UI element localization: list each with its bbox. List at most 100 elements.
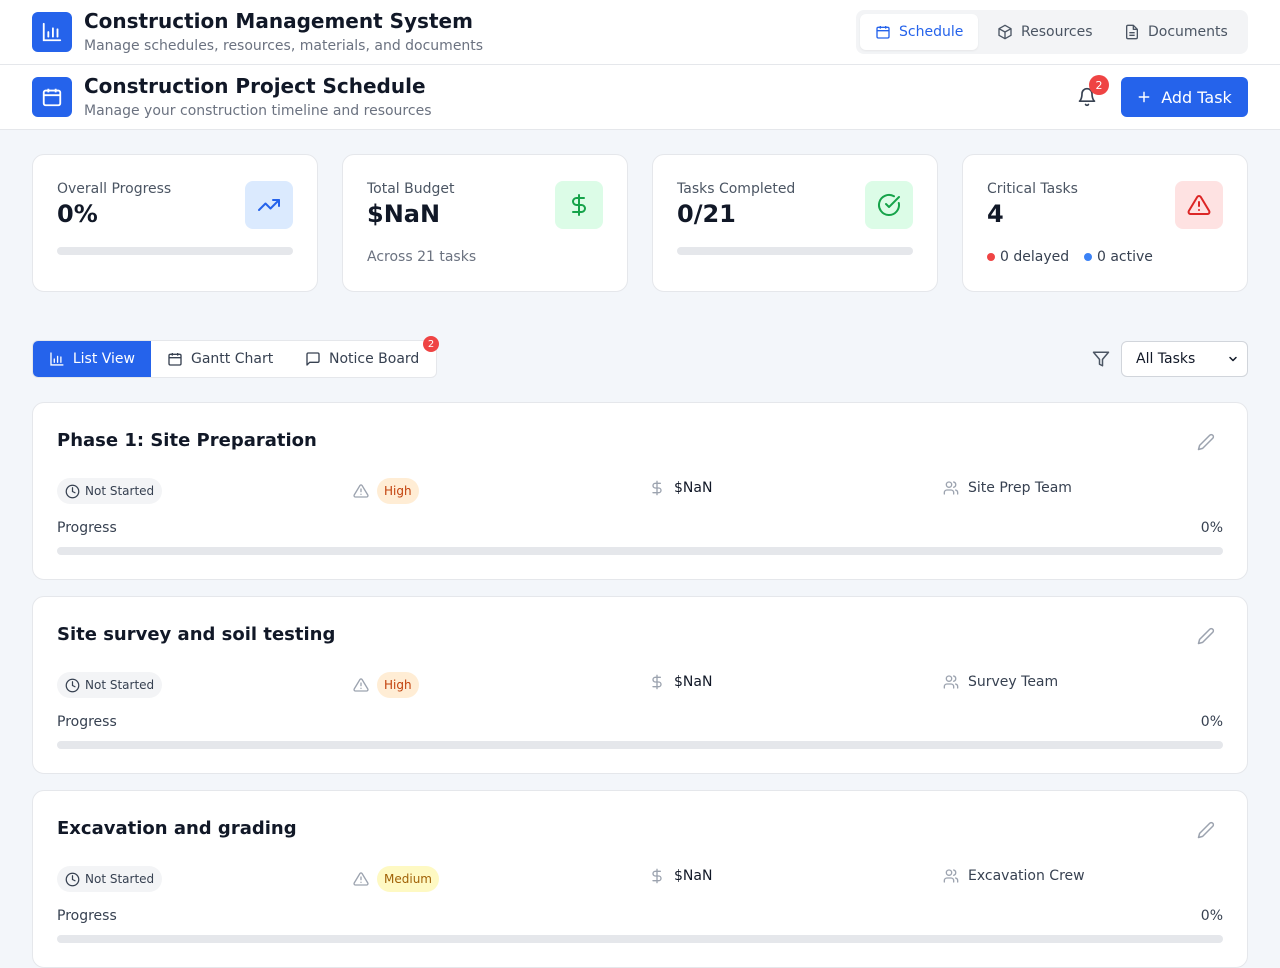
users-icon bbox=[943, 481, 959, 495]
chevron-down-icon bbox=[1229, 356, 1237, 362]
pencil-icon[interactable] bbox=[1197, 627, 1215, 645]
priority-badge: High bbox=[377, 478, 419, 504]
status-badge: Not Started bbox=[57, 672, 163, 698]
team-name: Site Prep Team bbox=[968, 480, 1072, 496]
legend-delayed: 0 delayed bbox=[987, 249, 1069, 265]
stat-label: Critical Tasks bbox=[987, 181, 1078, 197]
trending-up-icon bbox=[258, 199, 280, 211]
app-title: Construction Management System bbox=[84, 9, 473, 33]
blue-dot-icon bbox=[1084, 253, 1092, 261]
users-icon bbox=[943, 869, 959, 883]
stat-icon-box bbox=[865, 181, 913, 229]
red-dot-icon bbox=[987, 253, 995, 261]
page-subtitle: Manage your construction timeline and re… bbox=[84, 103, 432, 119]
bar-chart-icon bbox=[50, 352, 64, 366]
notice-badge: 2 bbox=[423, 336, 439, 352]
task-cost: $NaN bbox=[649, 480, 712, 496]
pencil-icon[interactable] bbox=[1197, 433, 1215, 451]
nav-tab-documents[interactable]: Documents bbox=[1109, 14, 1243, 50]
app-logo bbox=[32, 12, 72, 52]
task-title: Site survey and soil testing bbox=[57, 624, 336, 645]
task-cost: $NaN bbox=[649, 868, 712, 884]
dollar-icon bbox=[652, 674, 662, 690]
stat-note: Across 21 tasks bbox=[367, 249, 477, 265]
team-name: Survey Team bbox=[968, 674, 1059, 690]
task-title: Excavation and grading bbox=[57, 818, 297, 839]
progress-bar bbox=[57, 935, 1223, 943]
view-tabs: List View Gantt Chart Notice Board 2 bbox=[32, 336, 439, 378]
priority-badge: High bbox=[377, 672, 419, 698]
stat-card-critical: Critical Tasks 4 0 delayed 0 active bbox=[962, 154, 1248, 292]
tab-label: List View bbox=[72, 351, 135, 367]
tab-gantt-chart[interactable]: Gantt Chart bbox=[151, 341, 289, 377]
task-filter-select[interactable]: All Tasks bbox=[1121, 341, 1248, 377]
task-card[interactable]: Phase 1: Site Preparation Not Started Hi… bbox=[32, 402, 1248, 580]
users-icon bbox=[943, 675, 959, 689]
task-card[interactable]: Excavation and grading Not Started Mediu… bbox=[32, 790, 1248, 968]
page-title: Construction Project Schedule bbox=[84, 74, 426, 98]
progress-bar bbox=[677, 247, 913, 255]
project-logo bbox=[32, 77, 72, 117]
nav-tab-label: Documents bbox=[1148, 24, 1228, 40]
stat-card-completed: Tasks Completed 0/21 bbox=[652, 154, 938, 292]
progress-bar bbox=[57, 247, 293, 255]
task-title: Phase 1: Site Preparation bbox=[57, 430, 317, 451]
stat-label: Total Budget bbox=[367, 181, 455, 197]
dollar-icon bbox=[652, 868, 662, 884]
tab-notice-board[interactable]: Notice Board bbox=[289, 341, 435, 377]
add-task-button[interactable]: Add Task bbox=[1121, 77, 1248, 117]
progress-label: Progress bbox=[57, 908, 117, 924]
warning-icon bbox=[1187, 194, 1211, 215]
legend-label: 0 delayed bbox=[1000, 249, 1070, 265]
tab-label: Gantt Chart bbox=[191, 351, 274, 367]
filter-icon[interactable] bbox=[1092, 350, 1110, 368]
priority: Medium bbox=[353, 866, 439, 892]
nav-tab-resources[interactable]: Resources bbox=[982, 14, 1108, 50]
task-team: Site Prep Team bbox=[943, 480, 1072, 496]
stat-icon-box bbox=[245, 181, 293, 229]
stat-card-budget: Total Budget $NaN Across 21 tasks bbox=[342, 154, 628, 292]
status-label: Not Started bbox=[85, 678, 155, 692]
calendar-icon bbox=[168, 353, 182, 366]
status-label: Not Started bbox=[85, 872, 155, 886]
cost-value: $NaN bbox=[674, 674, 713, 690]
progress-label: Progress bbox=[57, 714, 117, 730]
stat-value: 4 bbox=[987, 200, 1004, 228]
team-name: Excavation Crew bbox=[968, 868, 1085, 884]
document-icon bbox=[1126, 24, 1138, 40]
tab-list-view[interactable]: List View bbox=[33, 341, 151, 377]
status-label: Not Started bbox=[85, 484, 155, 498]
main-nav: Schedule Resources Documents bbox=[856, 10, 1248, 54]
app-subtitle: Manage schedules, resources, materials, … bbox=[84, 38, 484, 54]
stat-label: Tasks Completed bbox=[677, 181, 796, 197]
notifications-button[interactable]: 2 bbox=[1074, 75, 1109, 110]
add-task-label: Add Task bbox=[1161, 87, 1232, 107]
progress-bar bbox=[57, 741, 1223, 749]
task-card[interactable]: Site survey and soil testing Not Started… bbox=[32, 596, 1248, 774]
nav-tab-schedule[interactable]: Schedule bbox=[860, 14, 979, 50]
check-circle-icon bbox=[878, 193, 900, 216]
task-cost: $NaN bbox=[649, 674, 712, 690]
nav-tab-label: Schedule bbox=[899, 24, 964, 40]
legend-label: 0 active bbox=[1097, 249, 1153, 265]
calendar-icon bbox=[42, 88, 62, 107]
progress-percent: 0% bbox=[1200, 714, 1223, 730]
priority: High bbox=[353, 478, 419, 504]
warning-icon bbox=[353, 872, 369, 886]
nav-tab-label: Resources bbox=[1021, 24, 1093, 40]
stat-icon-box bbox=[555, 181, 603, 229]
message-icon bbox=[306, 352, 320, 366]
stat-value: 0% bbox=[57, 200, 98, 228]
project-header: Construction Project Schedule Manage you… bbox=[0, 65, 1280, 130]
calendar-icon bbox=[876, 26, 890, 39]
cost-value: $NaN bbox=[674, 480, 713, 496]
stat-icon-box bbox=[1175, 181, 1223, 229]
pencil-icon[interactable] bbox=[1197, 821, 1215, 839]
stat-value: $NaN bbox=[367, 200, 441, 228]
plus-icon bbox=[1138, 91, 1150, 103]
tab-label: Notice Board bbox=[329, 351, 420, 367]
select-value: All Tasks bbox=[1136, 351, 1196, 367]
clock-icon bbox=[65, 678, 80, 692]
progress-bar bbox=[57, 547, 1223, 555]
progress-percent: 0% bbox=[1200, 908, 1223, 924]
